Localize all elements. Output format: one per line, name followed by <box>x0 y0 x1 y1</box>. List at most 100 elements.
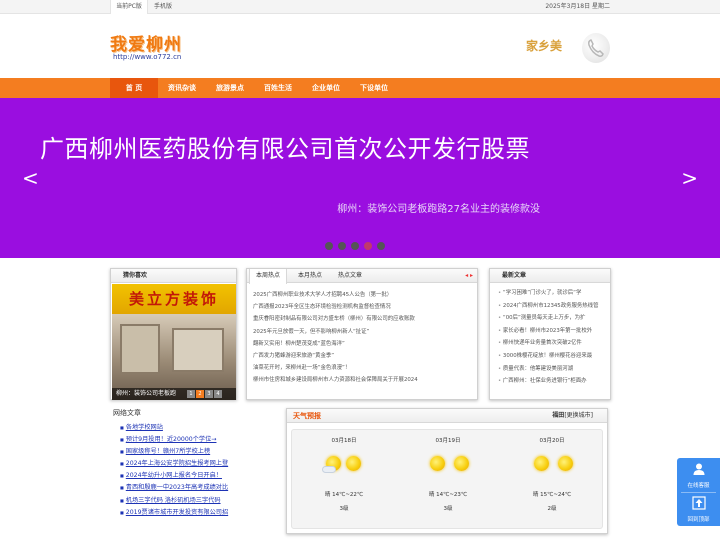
weather-wind: 2级 <box>547 506 557 512</box>
list-item[interactable]: 3000株樱花绽放！柳州樱花谷迎来最 <box>498 350 610 363</box>
mobile-version-link[interactable]: 手机版 <box>154 0 172 14</box>
nav-life[interactable]: 百姓生活 <box>254 78 302 98</box>
list-item[interactable]: 质量代表：他筹建设美丽河湖 <box>498 363 610 376</box>
banner-headline[interactable]: 广西柳州医药股份有限公司首次公开发行股票 <box>40 129 530 164</box>
nav-companies[interactable]: 企业单位 <box>302 78 350 98</box>
list-item[interactable]: 各地学校网站 <box>120 422 240 434</box>
list-item[interactable]: 广西通报2023年全区生态环境检验检测机构监督检查情况 <box>253 301 477 313</box>
shop-sign-image: 美立方装饰 <box>112 284 236 314</box>
tab-scroll-arrows[interactable]: ◂ ▸ <box>465 269 473 283</box>
back-to-top-icon <box>691 496 706 510</box>
banner-next-arrow[interactable]: > <box>681 166 698 190</box>
weather-date: 03月20日 <box>539 438 565 444</box>
web-articles: 网络文章 各地学校网站 预计9月投用！近20000个学位→ 国家级称号！赣州7所… <box>110 408 240 519</box>
weather-city: 福田[更换城市] <box>552 409 593 423</box>
photo-page-active[interactable]: 2 <box>196 390 204 398</box>
list-item[interactable]: 广西发力猪蜂游迎来旅游“黄金季” <box>253 350 477 362</box>
jiaxiangmei-banner[interactable]: 家乡美 <box>522 33 610 63</box>
weather-wind: 3级 <box>443 506 453 512</box>
weather-panel: 天气预报 福田[更换城市] 03月18日 晴 14℃~22℃ 3级 03月19日… <box>286 408 608 534</box>
logo-url[interactable]: http://www.o772.cn <box>113 53 181 61</box>
list-item[interactable]: 重庆眷阳密封制品有限公司对方盛车桥（柳州）有限公司的应收账款 <box>253 313 477 325</box>
web-articles-title: 网络文章 <box>113 409 141 417</box>
site-logo[interactable]: 我爱柳州 http://www.o772.cn <box>110 30 182 61</box>
banner-dots <box>325 242 385 250</box>
user-chat-icon <box>693 463 704 475</box>
latest-news-title: 最新文章 <box>490 269 610 283</box>
list-item[interactable]: 2024广西柳州市12345政务服务热线管 <box>498 300 610 313</box>
photo-pager: 1 2 3 4 <box>187 390 222 398</box>
list-item[interactable]: 2025年元旦放假一天，但不影响柳州新人“扯证” <box>253 326 477 338</box>
list-item[interactable]: 柳州市住房和城乡建设局柳州市人力资源和社会保障局关于开展2024 <box>253 374 477 386</box>
sunny-icon <box>500 452 604 488</box>
back-to-top-button[interactable]: 回到顶部 <box>677 496 720 523</box>
switch-city-link[interactable]: [更换城市] <box>564 412 593 419</box>
weather-forecast: 03月18日 晴 14℃~22℃ 3级 03月19日 晴 14℃~23℃ 3级 … <box>291 429 603 529</box>
side-float-bar: 在线客服 回到顶部 <box>677 458 720 526</box>
web-articles-list: 各地学校网站 预计9月投用！近20000个学位→ 国家级称号！赣州7所学校上榜 … <box>110 422 240 519</box>
hero-banner[interactable]: 广西柳州医药股份有限公司首次公开发行股票 柳州：装饰公司老板跑路27名业主的装修… <box>0 98 720 258</box>
logo-text: 我爱柳州 <box>110 35 182 55</box>
tab-bar: 本周热点 本月热点 热点文章 ◂ ▸ <box>247 269 477 284</box>
nav-travel[interactable]: 旅游景点 <box>206 78 254 98</box>
latest-news-panel: 最新文章 “学习困难”门诊火了，就诊后“学 2024广西柳州市12345政务服务… <box>489 268 611 400</box>
weather-temp: 晴 14℃~23℃ <box>428 492 468 498</box>
list-item[interactable]: 家长必看！柳州市2023年第一批校外 <box>498 325 610 338</box>
photo-page[interactable]: 4 <box>214 390 222 398</box>
banner-dot[interactable] <box>351 242 359 250</box>
top-bar: 当前PC版 手机版 2025年3月18日 星期二 <box>0 0 720 14</box>
photo-page[interactable]: 3 <box>205 390 213 398</box>
nav-home[interactable]: 首 页 <box>110 78 158 98</box>
banner-dot-active[interactable] <box>364 242 372 250</box>
list-item[interactable]: 青西和殷鹿一中2023年高考成绩对比 <box>120 482 240 494</box>
weather-day: 03月18日 晴 14℃~22℃ 3级 <box>292 436 396 512</box>
weather-date: 03月19日 <box>435 438 461 444</box>
weather-temp: 晴 15℃~24℃ <box>532 492 572 498</box>
back-to-top-label: 回到顶部 <box>687 517 710 523</box>
list-item[interactable]: 2024年上海公安学院招生报考网上登 <box>120 458 240 470</box>
photo-slide[interactable]: 美立方装饰 柳州：装饰公司老板跑 1 2 3 4 <box>112 284 236 400</box>
current-date: 2025年3月18日 星期二 <box>545 3 610 10</box>
tab-month-hot[interactable]: 本月热点 <box>291 269 329 283</box>
list-item[interactable]: 国家级称号！赣州7所学校上榜 <box>120 446 240 458</box>
sunny-icon <box>292 452 396 488</box>
photo-panel-title: 猜你喜欢 <box>111 269 236 283</box>
tab-hot-articles[interactable]: 热点文章 <box>331 269 369 283</box>
list-item[interactable]: 翻新又实用！柳州楚茂变成“蓝色海洋” <box>253 338 477 350</box>
list-item[interactable]: “学习困难”门诊火了，就诊后“学 <box>498 287 610 300</box>
list-item[interactable]: “00后”测量员每天走上万步，为扩 <box>498 312 610 325</box>
nav-units[interactable]: 下设单位 <box>350 78 398 98</box>
nav-news[interactable]: 资讯杂谈 <box>158 78 206 98</box>
banner-prev-arrow[interactable]: < <box>22 166 39 190</box>
banner-subtitle[interactable]: 柳州：装饰公司老板跑路27名业主的装修款没 <box>337 200 540 215</box>
jiaxiangmei-text: 家乡美 <box>526 39 563 53</box>
weather-day: 03月20日 晴 15℃~24℃ 2级 <box>500 436 604 512</box>
list-item[interactable]: 2019贾诸市城市开发投资有限公司招 <box>120 507 240 519</box>
pc-version-link[interactable]: 当前PC版 <box>110 0 148 14</box>
weather-wind: 3级 <box>339 506 349 512</box>
phone-icon <box>582 33 610 63</box>
list-item[interactable]: 油菜花开时，来柳州赴一场“金色浪漫”！ <box>253 362 477 374</box>
list-item[interactable]: 2024年幼升小网上报名今日开启！ <box>120 470 240 482</box>
weather-header: 天气预报 福田[更换城市] <box>287 409 607 423</box>
weather-day: 03月19日 晴 14℃~23℃ 3级 <box>396 436 500 512</box>
weather-city-name: 福田 <box>552 412 565 419</box>
online-service-button[interactable]: 在线客服 <box>677 462 720 489</box>
weather-title: 天气预报 <box>293 412 321 420</box>
list-item[interactable]: 预计9月投用！近20000个学位→ <box>120 434 240 446</box>
banner-dot[interactable] <box>325 242 333 250</box>
list-item[interactable]: 2025广西柳州职业技术大学人才招聘45人公告（第一批） <box>253 289 477 301</box>
photo-panel: 猜你喜欢 美立方装饰 柳州：装饰公司老板跑 1 2 3 4 <box>110 268 237 400</box>
tab-week-hot[interactable]: 本周热点 <box>249 269 287 284</box>
main-nav: 首 页 资讯杂谈 旅游景点 百姓生活 企业单位 下设单位 <box>0 78 720 98</box>
weather-date: 03月18日 <box>331 438 357 444</box>
photo-page[interactable]: 1 <box>187 390 195 398</box>
hot-list: 2025广西柳州职业技术大学人才招聘45人公告（第一批） 广西通报2023年全区… <box>247 283 477 387</box>
online-service-label: 在线客服 <box>687 483 710 489</box>
list-item[interactable]: 广西柳州：社保业务进银行“柜面办 <box>498 375 610 388</box>
banner-dot[interactable] <box>338 242 346 250</box>
list-item[interactable]: 机场三字代码 洛杉矶机场三字代码 <box>120 495 240 507</box>
list-item[interactable]: 柳州快递年业务量首次突破2亿件 <box>498 337 610 350</box>
banner-dot[interactable] <box>377 242 385 250</box>
sunny-icon <box>396 452 500 488</box>
